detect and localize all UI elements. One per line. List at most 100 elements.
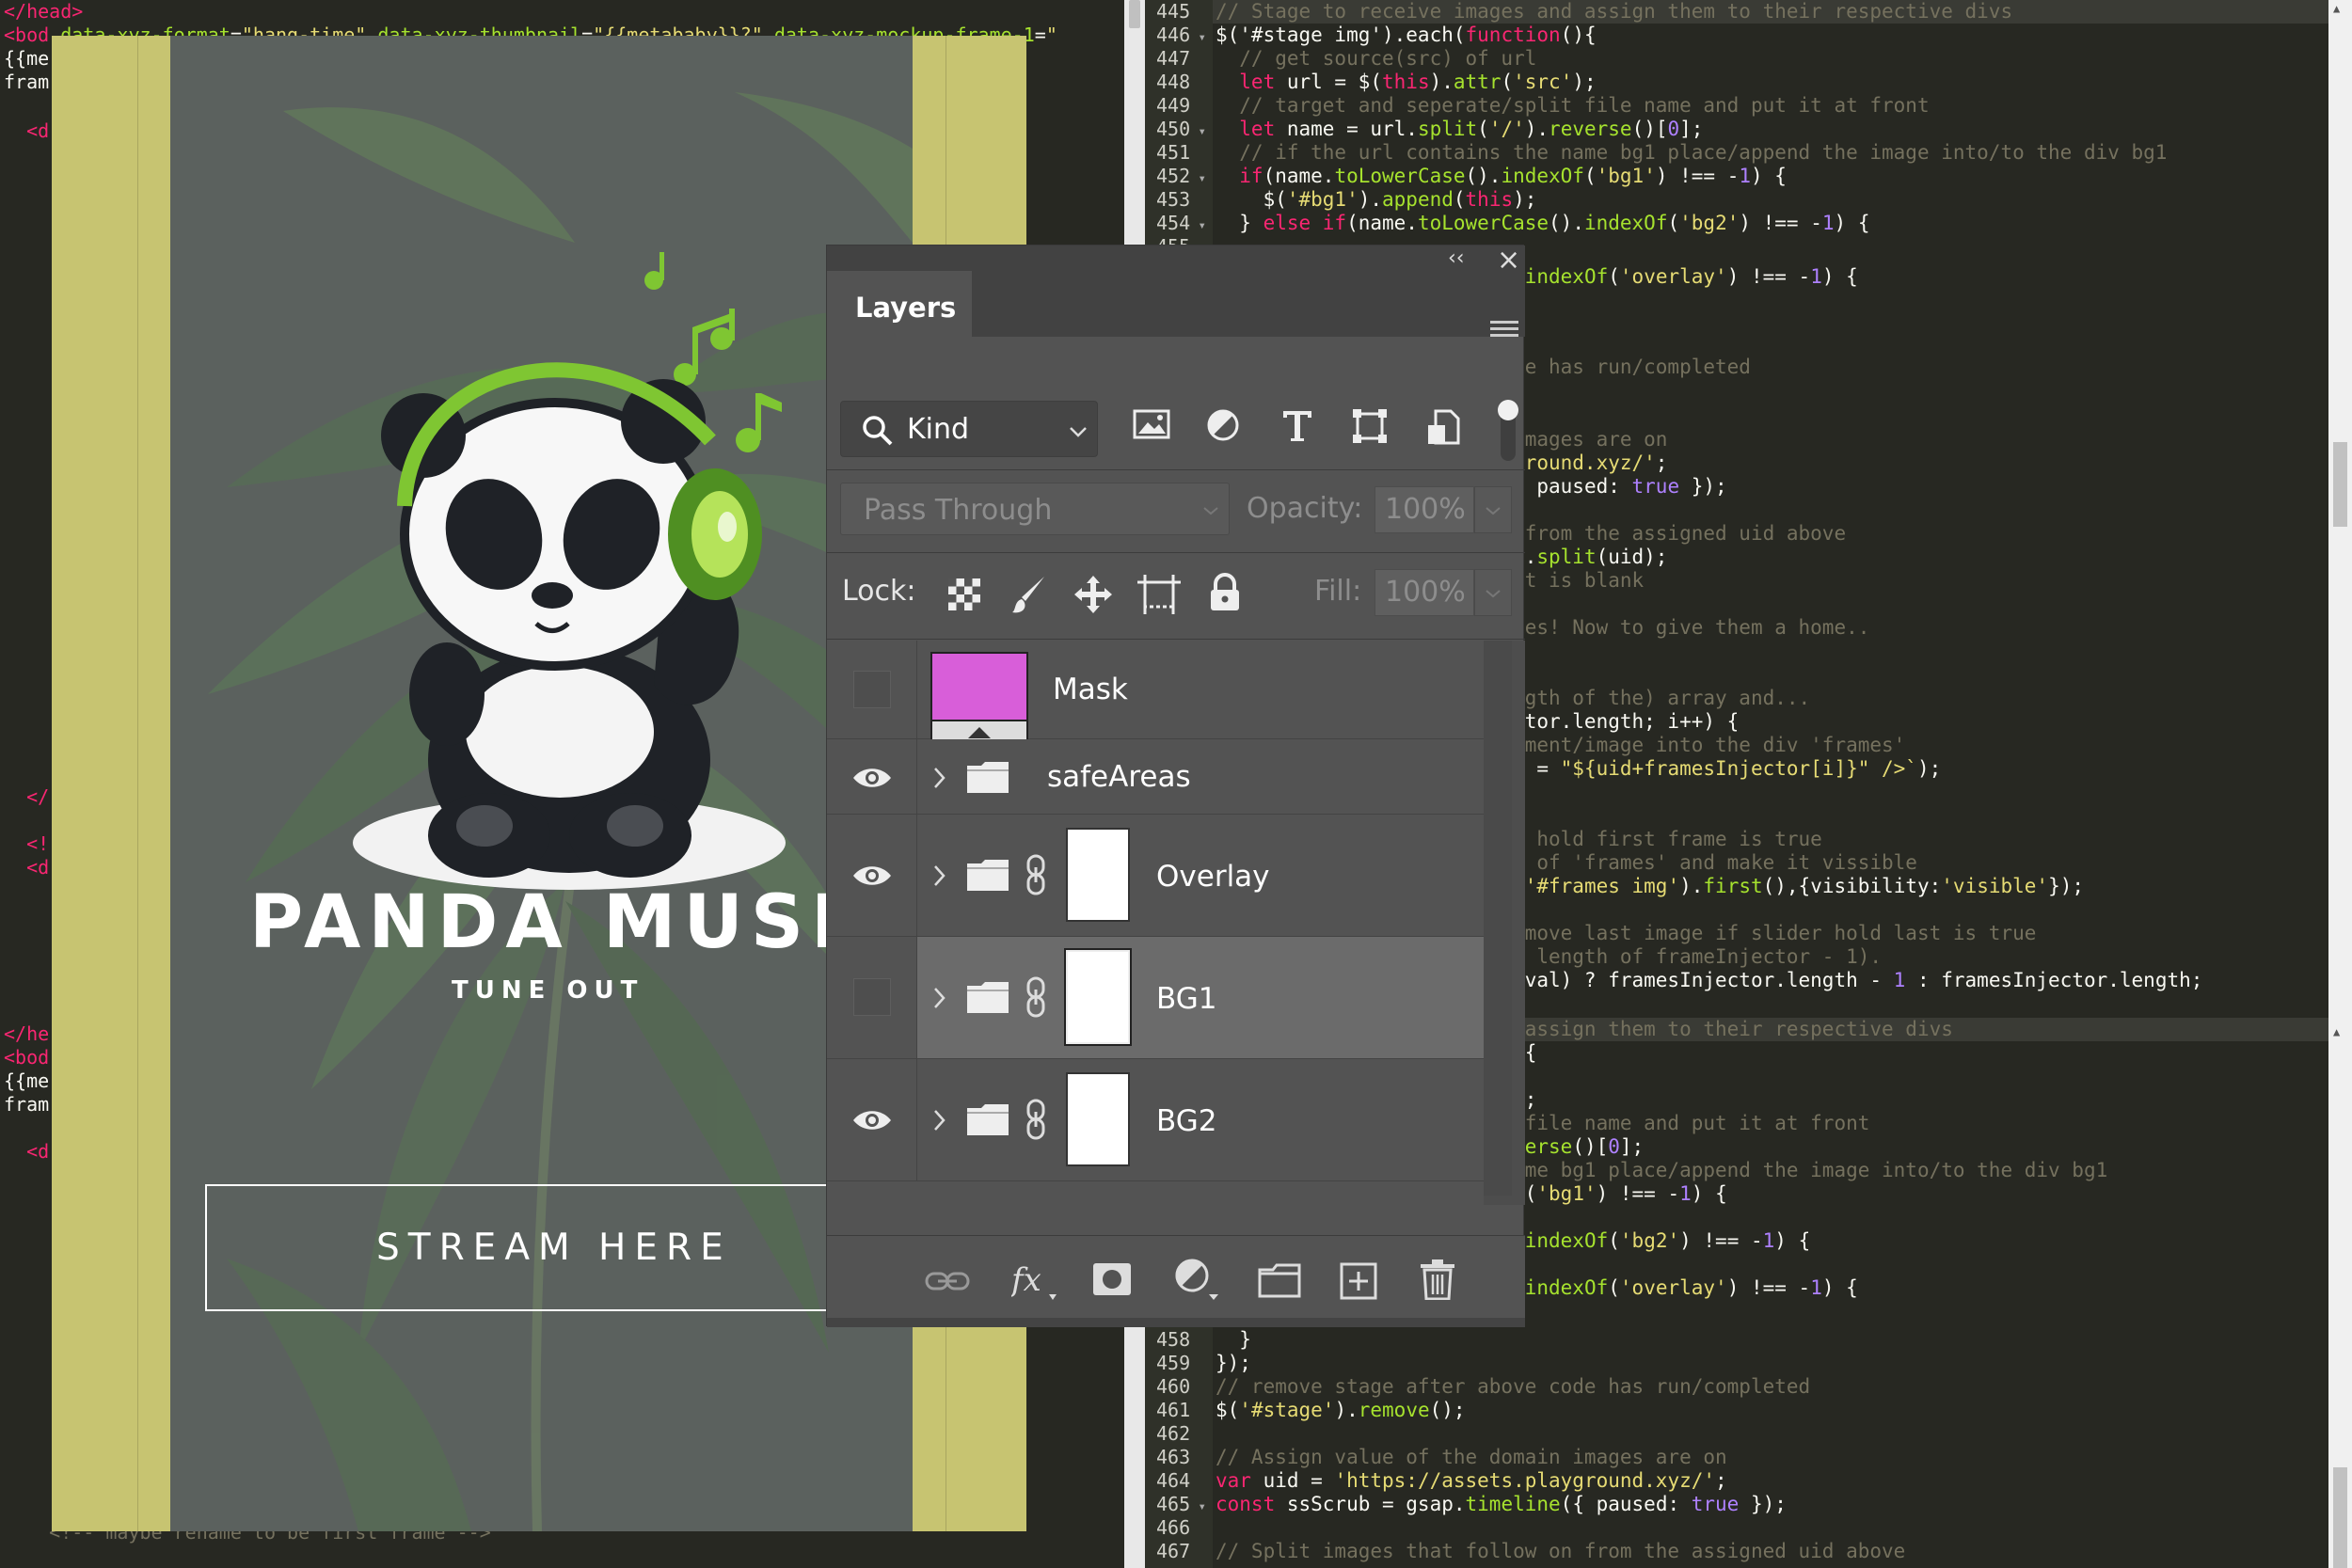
eye-icon[interactable] xyxy=(851,1108,893,1132)
visibility-toggle[interactable] xyxy=(827,937,917,1058)
layer-row-mask[interactable]: Mask xyxy=(827,641,1484,746)
lock-artboard-nesting-icon[interactable] xyxy=(1137,575,1181,614)
code-line[interactable]: <d xyxy=(4,856,49,879)
code-line[interactable]: $('#stage').remove(); xyxy=(1216,1399,1466,1422)
code-line[interactable]: // if the url contains the name bg1 plac… xyxy=(1216,141,2167,165)
new-group-icon[interactable] xyxy=(1258,1262,1301,1298)
pixel-layer-filter-icon[interactable] xyxy=(1133,408,1170,440)
kind-filter-select[interactable]: Kind xyxy=(840,401,1098,457)
layer-name[interactable]: BG2 xyxy=(1156,1104,1216,1138)
type-layer-filter-icon[interactable] xyxy=(1280,408,1314,442)
code-line[interactable]: let url = $(this).attr('src'); xyxy=(1216,71,1596,94)
visibility-toggle[interactable] xyxy=(827,641,917,738)
code-line[interactable]: // Split images that follow on from the … xyxy=(1216,1540,1905,1563)
eye-icon[interactable] xyxy=(851,766,893,790)
layer-name[interactable]: safeAreas xyxy=(1047,760,1191,794)
scrollbar-thumb[interactable] xyxy=(2333,442,2347,527)
code-line[interactable]: fram xyxy=(4,71,49,94)
adjustment-layer-filter-icon[interactable] xyxy=(1206,408,1240,442)
panel-menu-icon[interactable] xyxy=(1490,319,1518,341)
panel-titlebar[interactable] xyxy=(827,245,1525,271)
code-line[interactable]: <! xyxy=(4,832,49,856)
new-layer-icon[interactable] xyxy=(1340,1262,1377,1300)
layer-style-fx-icon[interactable]: fx xyxy=(1011,1260,1058,1302)
code-line[interactable]: <bod xyxy=(4,1046,49,1069)
code-line[interactable]: // target and seperate/split file name a… xyxy=(1216,94,1929,118)
code-line[interactable]: </head> xyxy=(4,0,83,24)
filter-toggle-switch[interactable] xyxy=(1497,399,1519,463)
layer-row-overlay[interactable]: Overlay xyxy=(827,815,1484,937)
layer-row-bg2[interactable]: BG2 xyxy=(827,1059,1484,1181)
code-line[interactable]: } xyxy=(1216,1328,1251,1352)
link-icon[interactable] xyxy=(1025,1099,1047,1140)
scroll-up-arrow-icon[interactable]: ▲ xyxy=(2333,2,2340,15)
code-line[interactable]: // Stage to receive images and assign th… xyxy=(1216,0,2012,24)
code-line[interactable]: fram xyxy=(4,1093,49,1117)
layer-row-safeareas[interactable]: safeAreas xyxy=(827,739,1484,815)
code-line[interactable]: $('#bg1').append(this); xyxy=(1216,188,1537,212)
layer-mask-thumbnail[interactable] xyxy=(1066,1072,1130,1166)
layer-name[interactable]: BG1 xyxy=(1156,982,1216,1016)
code-line[interactable]: </ xyxy=(4,785,49,809)
layer-mask-thumbnail[interactable] xyxy=(1064,948,1132,1046)
code-line[interactable]: // Assign value of the domain images are… xyxy=(1216,1446,1727,1469)
code-line[interactable]: } else if(name.toLowerCase().indexOf('bg… xyxy=(1216,212,1869,235)
fold-arrow-icon[interactable]: ▾ xyxy=(1190,124,1206,139)
fill-dropdown[interactable] xyxy=(1474,569,1512,616)
scrollbar-thumb-2[interactable] xyxy=(2333,1467,2347,1568)
visibility-toggle[interactable] xyxy=(827,739,917,814)
trash-icon[interactable] xyxy=(1420,1259,1455,1300)
chevron-right-icon[interactable] xyxy=(932,863,947,888)
blend-mode-select[interactable]: Pass Through xyxy=(840,483,1230,535)
layer-name[interactable]: Mask xyxy=(1053,673,1128,706)
fold-arrow-icon[interactable]: ▾ xyxy=(1190,30,1206,45)
lock-all-icon[interactable] xyxy=(1208,573,1242,612)
scroll-up-arrow-icon-2[interactable]: ▲ xyxy=(2333,1025,2340,1038)
code-line[interactable]: // remove stage after above code has run… xyxy=(1216,1375,1810,1399)
fold-arrow-icon[interactable]: ▾ xyxy=(1190,171,1206,186)
fill-input[interactable]: 100% xyxy=(1375,569,1474,616)
link-icon[interactable] xyxy=(1025,854,1047,895)
collapse-panel-icon[interactable]: ‹‹ xyxy=(1448,246,1465,270)
chevron-right-icon[interactable] xyxy=(932,766,947,790)
chevron-right-icon[interactable] xyxy=(932,986,947,1010)
lock-position-icon[interactable] xyxy=(1073,575,1113,614)
opacity-dropdown[interactable] xyxy=(1474,486,1512,533)
layers-panel[interactable]: ‹‹ × Layers Kind Pass Through Opacity: 1… xyxy=(826,244,1525,1327)
chevron-right-icon[interactable] xyxy=(932,1108,947,1132)
visibility-toggle[interactable] xyxy=(827,815,917,936)
visibility-off-box[interactable] xyxy=(853,671,891,708)
code-line[interactable]: const ssScrub = gsap.timeline({ paused: … xyxy=(1216,1493,1787,1516)
fold-arrow-icon[interactable]: ▾ xyxy=(1190,218,1206,233)
add-layer-mask-icon[interactable] xyxy=(1092,1262,1132,1298)
link-icon[interactable] xyxy=(1025,976,1047,1018)
link-layers-icon[interactable] xyxy=(925,1268,970,1294)
fold-arrow-icon[interactable]: ▾ xyxy=(1190,1499,1206,1514)
layers-scrollbar-track[interactable] xyxy=(1484,641,1512,1196)
code-line[interactable]: let name = url.split('/').reverse()[0]; xyxy=(1216,118,1703,141)
layer-mask-thumbnail[interactable] xyxy=(1066,828,1130,922)
tab-layers[interactable]: Layers xyxy=(827,271,972,337)
code-line[interactable]: {{me xyxy=(4,1069,49,1093)
code-line[interactable]: </he xyxy=(4,1022,49,1046)
code-line[interactable]: <d xyxy=(4,119,49,143)
lock-transparent-pixels-icon[interactable] xyxy=(947,578,981,611)
splitter-handle[interactable] xyxy=(1129,0,1140,28)
shape-layer-filter-icon[interactable] xyxy=(1352,408,1388,444)
code-line[interactable]: // get source(src) of url xyxy=(1216,47,1536,71)
code-line[interactable]: $('#stage img').each(function(){ xyxy=(1216,24,1597,47)
smart-object-filter-icon[interactable] xyxy=(1426,408,1460,446)
code-line[interactable]: {{me xyxy=(4,47,49,71)
mask-layer-thumbnail[interactable] xyxy=(930,652,1028,746)
layer-name[interactable]: Overlay xyxy=(1156,860,1270,894)
layer-row-bg1[interactable]: BG1 xyxy=(827,937,1484,1059)
layers-scrollbar[interactable] xyxy=(1484,641,1525,1205)
visibility-toggle[interactable] xyxy=(827,1059,917,1180)
lock-image-pixels-icon[interactable] xyxy=(1010,575,1048,614)
code-line[interactable]: <d xyxy=(4,1140,49,1164)
opacity-input[interactable]: 100% xyxy=(1375,486,1474,533)
new-adjustment-layer-icon[interactable] xyxy=(1175,1259,1220,1302)
editor-scrollbar[interactable]: ▲ ▲ xyxy=(2328,0,2352,1568)
code-line[interactable]: var uid = 'https://assets.playground.xyz… xyxy=(1216,1469,1727,1493)
code-line[interactable]: if(name.toLowerCase().indexOf('bg1') !==… xyxy=(1216,165,1787,188)
